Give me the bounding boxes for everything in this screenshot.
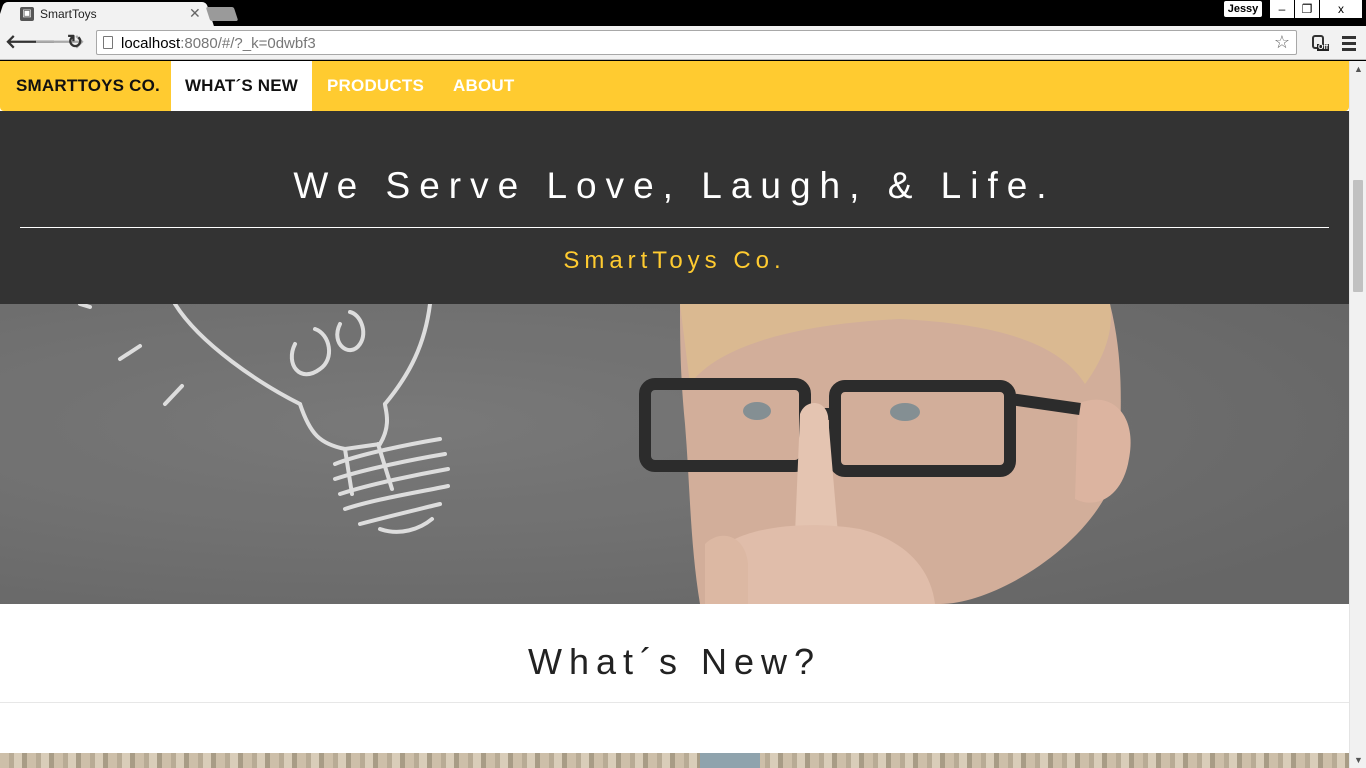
brand-link[interactable]: SMARTTOYS CO. bbox=[16, 61, 160, 111]
hero-photo bbox=[0, 304, 1349, 604]
url-text[interactable]: localhost:8080/#/?_k=0dwbf3 bbox=[121, 35, 316, 52]
bookmark-star-icon[interactable]: ☆ bbox=[1274, 32, 1290, 53]
browser-menu-icon[interactable] bbox=[1342, 36, 1356, 54]
forward-arrow-icon[interactable]: 🡒 bbox=[34, 31, 85, 55]
scrollbar-thumb[interactable] bbox=[1353, 180, 1363, 292]
extension-badge: Off bbox=[1317, 44, 1330, 51]
address-bar[interactable]: localhost:8080/#/?_k=0dwbf3 ☆ bbox=[96, 30, 1297, 55]
page-scrollbar[interactable]: ▲ ▼ bbox=[1349, 61, 1366, 768]
back-arrow-icon[interactable]: 🡐 bbox=[5, 31, 56, 55]
browser-toolbar: 🡐 🡒 ↻ localhost:8080/#/?_k=0dwbf3 ☆ Off bbox=[0, 26, 1366, 60]
section-divider bbox=[0, 702, 1349, 703]
site-navbar: SMARTTOYS CO. WHAT´S NEW PRODUCTS ABOUT bbox=[0, 61, 1349, 111]
window-close-button[interactable]: x bbox=[1320, 0, 1362, 18]
page-viewport: SMARTTOYS CO. WHAT´S NEW PRODUCTS ABOUT … bbox=[0, 61, 1349, 768]
hero-title: We Serve Love, Laugh, & Life. bbox=[293, 165, 1056, 206]
window-minimize-button[interactable]: – bbox=[1270, 0, 1294, 18]
next-image-peek-accent bbox=[700, 753, 760, 768]
tab-title: SmartToys bbox=[40, 7, 97, 21]
tab-close-icon[interactable]: ✕ bbox=[189, 5, 201, 22]
url-host: localhost bbox=[121, 35, 181, 52]
url-path: :8080/#/?_k=0dwbf3 bbox=[180, 35, 316, 52]
nav-whats-new[interactable]: WHAT´S NEW bbox=[171, 61, 312, 111]
toy-icon: ▣ bbox=[20, 7, 34, 21]
window-maximize-button[interactable]: ❐ bbox=[1295, 0, 1319, 18]
browser-titlebar: ▣ SmartToys ✕ Jessy – ❐ x bbox=[0, 0, 1366, 26]
nav-products[interactable]: PRODUCTS bbox=[327, 61, 424, 111]
hero-divider bbox=[20, 227, 1329, 228]
hero-photo-illustration bbox=[0, 304, 1349, 604]
hero-header: We Serve Love, Laugh, & Life. SmartToys … bbox=[0, 111, 1349, 304]
scroll-up-arrow-icon[interactable]: ▲ bbox=[1354, 64, 1363, 74]
new-tab-button[interactable] bbox=[205, 7, 239, 21]
whats-new-heading: What´s New? bbox=[527, 641, 822, 682]
browser-tab[interactable]: ▣ SmartToys ✕ bbox=[6, 2, 204, 26]
next-image-peek bbox=[0, 753, 1349, 768]
nav-about[interactable]: ABOUT bbox=[453, 61, 514, 111]
page-icon bbox=[103, 36, 113, 49]
extension-icon[interactable]: Off bbox=[1309, 33, 1331, 55]
scroll-down-arrow-icon[interactable]: ▼ bbox=[1354, 755, 1363, 765]
hero-subtitle: SmartToys Co. bbox=[563, 247, 786, 274]
reload-icon[interactable]: ↻ bbox=[63, 31, 87, 55]
profile-button[interactable]: Jessy bbox=[1224, 1, 1262, 17]
